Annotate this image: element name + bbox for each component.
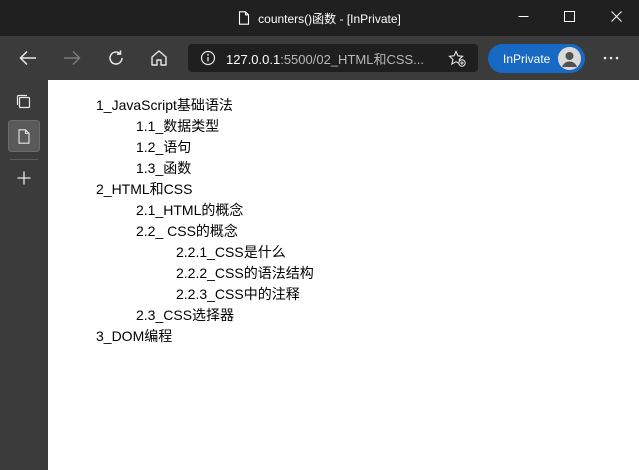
outline-item: 1.3_函数 [136,160,192,176]
new-tab-button[interactable] [8,162,40,194]
address-bar[interactable]: 127.0.0.1:5500/02_HTML和CSS... [188,44,478,72]
forward-button[interactable] [55,41,89,75]
url-path: :5500/02_HTML和CSS... [280,51,425,67]
window-title: counters()函数 - [InPrivate] [258,11,401,26]
url-host: 127.0.0.1 [226,51,281,67]
plus-icon [17,171,31,185]
outline-item: 2_HTML和CSS [96,181,193,197]
page-content: 1_JavaScript基础语法 1.1_数据类型 1.2_语句 1.3_函数 … [48,80,639,470]
site-info-icon[interactable] [200,50,216,66]
home-button[interactable] [142,41,176,75]
vertical-tabs-sidebar [0,80,48,470]
profile-avatar-icon [558,47,581,70]
document-icon [238,11,250,25]
back-button[interactable] [11,41,45,75]
tab-actions-button[interactable] [8,86,40,118]
outline-item: 3_DOM编程 [96,328,173,344]
page-tab-icon [18,128,30,144]
inprivate-label: InPrivate [503,51,551,66]
outline-item: 2.2.3_CSS中的注释 [176,286,300,302]
outline-item: 1.1_数据类型 [136,118,220,134]
outline-item: 2.3_CSS选择器 [136,307,235,323]
outline-item: 2.2_ CSS的概念 [136,223,238,239]
outline-item: 1.2_语句 [136,139,192,155]
url-text: 127.0.0.1:5500/02_HTML和CSS... [226,49,426,68]
add-favorite-icon[interactable] [448,50,466,71]
inprivate-button[interactable]: InPrivate [488,44,585,73]
more-dots-icon [603,56,619,60]
outline-item: 2.2.1_CSS是什么 [176,244,286,260]
title-bar: counters()函数 - [InPrivate] [0,0,639,36]
minimize-button[interactable] [500,0,546,32]
outline-item: 1_JavaScript基础语法 [96,97,233,113]
settings-more-button[interactable] [596,41,626,75]
sidebar-divider [10,159,38,160]
maximize-button[interactable] [546,0,592,32]
back-arrow-icon [19,50,36,66]
refresh-icon [109,50,123,65]
refresh-button[interactable] [99,41,133,75]
tab-actions-icon [16,94,31,109]
outline-item: 2.1_HTML的概念 [136,202,244,218]
forward-arrow-icon [64,50,81,66]
home-icon [151,50,167,66]
tab-counters-function[interactable] [8,120,40,152]
close-button[interactable] [593,0,639,32]
outline-item: 2.2.2_CSS的语法结构 [176,265,314,281]
navigation-bar: 127.0.0.1:5500/02_HTML和CSS... InPrivate [0,36,639,80]
